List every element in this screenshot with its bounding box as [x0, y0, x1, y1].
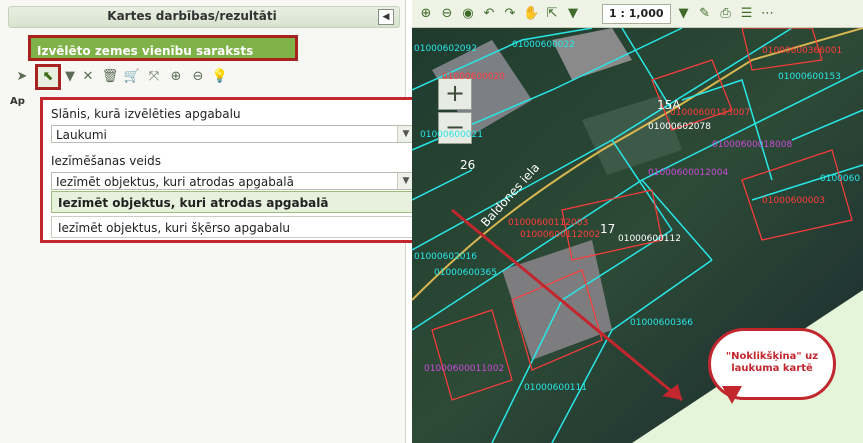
chevron-down-icon[interactable]: ▼	[676, 5, 692, 23]
mode-select[interactable]: Iezīmēt objektus, kuri atrodas apgabalā …	[51, 172, 415, 190]
delete-icon[interactable]: 🗑	[101, 68, 119, 86]
map-toolbar: ⊕ ⊖ ◉ ↶ ↷ ✋ ⇱ ▼ 1 : 1,000 ▼ ✎ ⎙ ☰ ⋯	[412, 0, 863, 28]
parcel-id: 01000600365	[434, 268, 497, 278]
scale-select[interactable]: 1 : 1,000	[602, 3, 671, 24]
parcel-id: 01000600021	[420, 130, 483, 140]
measure-icon[interactable]: ✎	[697, 5, 713, 23]
parcel-id-red: 01000600366001	[762, 46, 843, 56]
selected-parcels-header[interactable]: Izvēlēto zemes vienību saraksts	[28, 35, 298, 61]
layer-select[interactable]: Laukumi ▼	[51, 125, 415, 143]
house-number: 17	[600, 222, 616, 236]
pointer-select-icon[interactable]: ➤	[13, 68, 31, 86]
house-number: 26	[460, 158, 476, 172]
pan-hand-icon[interactable]: ✋	[523, 5, 539, 23]
parcel-id: 01000602092	[414, 44, 477, 54]
parcel-id-red: 01000600020	[442, 72, 505, 82]
back-arrow-icon[interactable]: ↶	[481, 5, 497, 23]
parcel-id: 01000600022	[512, 40, 575, 50]
parcel-id: 0100060	[820, 174, 861, 184]
tab-fragment[interactable]: Ap	[10, 96, 25, 107]
layer-label: Slānis, kurā izvēlēties apgabalu	[51, 107, 241, 121]
parcel-id-purple: 01000600012004	[648, 168, 729, 178]
parcel-id: 01000600366	[630, 318, 693, 328]
parcel-id: 01000602016	[414, 252, 477, 262]
parcel-id-red: 01000600153007	[670, 108, 751, 118]
more-icon[interactable]: ⋯	[760, 5, 776, 23]
panel-title: Kartes darbības/rezultāti	[107, 9, 277, 23]
add-to-cart-icon[interactable]: 🛒	[123, 68, 141, 86]
parcel-id: 01000600112	[618, 234, 681, 244]
parcel-id: 01000602078	[648, 122, 711, 132]
map-zoom-in-button[interactable]: +	[438, 78, 472, 110]
zoom-to-extent-icon[interactable]: ⤧	[145, 68, 163, 86]
parcel-id-red: 01000600112003	[508, 218, 589, 228]
forward-arrow-icon[interactable]: ↷	[502, 5, 518, 23]
area-select-icon[interactable]: ⬉	[35, 64, 61, 90]
mode-label: Iezīmēšanas veids	[51, 154, 161, 168]
zoom-out-icon[interactable]: ⊖	[439, 5, 455, 23]
highlight-bulb-icon[interactable]: 💡	[211, 68, 229, 86]
parcel-id-red: 01000600112002	[520, 230, 601, 240]
parcel-id-red: 01000600003	[762, 196, 825, 206]
mode-option-crossing[interactable]: Iezīmēt objektus, kuri šķērso apgabalu	[51, 216, 415, 238]
dropdown-arrow-icon[interactable]: ▼	[565, 5, 581, 23]
callout-tail	[722, 386, 742, 404]
mode-option-within[interactable]: Iezīmēt objektus, kuri atrodas apgabalā	[51, 191, 415, 213]
dropdown-arrow-icon[interactable]: ▼	[65, 68, 75, 86]
collapse-panel-button[interactable]: ◀	[378, 9, 394, 25]
parcel-id-purple: 01000600018008	[712, 140, 793, 150]
map-view[interactable]: ⊕ ⊖ ◉ ↶ ↷ ✋ ⇱ ▼ 1 : 1,000 ▼ ✎ ⎙ ☰ ⋯ + − …	[412, 0, 863, 443]
zoom-out-icon[interactable]: ⊖	[189, 68, 207, 86]
layer-select-value: Laukumi	[56, 128, 107, 142]
parcel-id: 01000600111	[524, 383, 587, 393]
parcel-id: 01000600153	[778, 72, 841, 82]
clear-selection-icon[interactable]: ✕	[79, 68, 97, 86]
full-extent-icon[interactable]: ◉	[460, 5, 476, 23]
layers-icon[interactable]: ☰	[739, 5, 755, 23]
select-tool-icon[interactable]: ⇱	[544, 5, 560, 23]
print-icon[interactable]: ⎙	[718, 5, 734, 23]
selection-toolbar: ➤ ⬉ ▼ ✕ 🗑 🛒 ⤧ ⊕ ⊖ 💡	[13, 64, 229, 90]
zoom-in-icon[interactable]: ⊕	[418, 5, 434, 23]
parcel-id-purple: 01000600011002	[424, 364, 505, 374]
panel-titlebar: Kartes darbības/rezultāti ◀	[8, 6, 400, 28]
zoom-in-icon[interactable]: ⊕	[167, 68, 185, 86]
mode-select-value: Iezīmēt objektus, kuri atrodas apgabalā	[56, 175, 294, 189]
area-selection-popup: Slānis, kurā izvēlēties apgabalu Laukumi…	[40, 97, 426, 243]
